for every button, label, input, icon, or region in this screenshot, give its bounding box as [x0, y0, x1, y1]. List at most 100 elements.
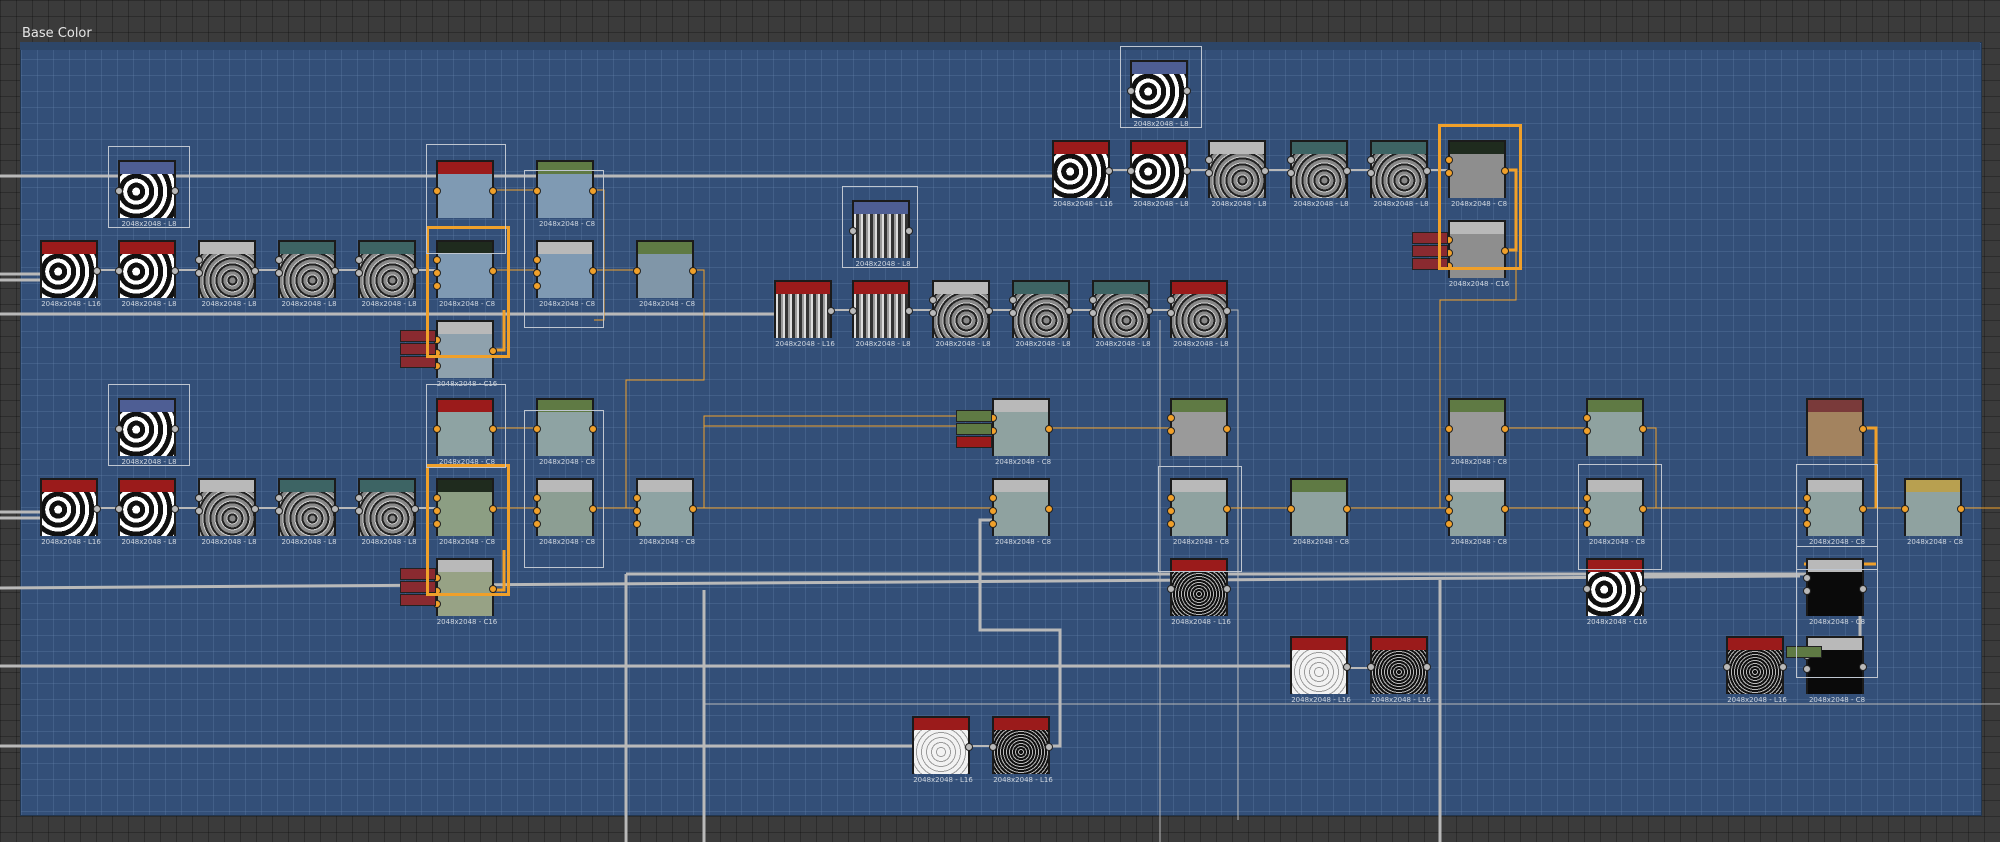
graph-node[interactable]: 2048x2048 - L8	[1287, 140, 1351, 208]
input-port[interactable]	[1445, 507, 1453, 515]
output-port[interactable]	[1223, 425, 1231, 433]
input-port[interactable]	[275, 256, 283, 264]
input-port[interactable]	[929, 296, 937, 304]
output-port[interactable]	[689, 505, 697, 513]
output-port[interactable]	[905, 307, 913, 315]
input-port[interactable]	[1583, 585, 1591, 593]
input-port[interactable]	[1167, 585, 1175, 593]
input-port[interactable]	[989, 494, 997, 502]
input-port[interactable]	[1167, 309, 1175, 317]
input-port[interactable]	[1367, 156, 1375, 164]
graph-node[interactable]: 2048x2048 - L16	[1367, 636, 1431, 704]
graph-node[interactable]: 2048x2048 - L8	[849, 280, 913, 348]
graph-node[interactable]: 2048x2048 - C8	[1287, 478, 1351, 546]
graph-node[interactable]: 2048x2048 - L8	[1167, 280, 1231, 348]
output-port[interactable]	[965, 743, 973, 751]
input-port[interactable]	[1723, 663, 1731, 671]
input-port[interactable]	[989, 507, 997, 515]
input-port[interactable]	[989, 520, 997, 528]
input-port[interactable]	[1445, 425, 1453, 433]
input-port[interactable]	[633, 520, 641, 528]
graph-node[interactable]: 2048x2048 - L8	[1367, 140, 1431, 208]
graph-node[interactable]: 2048x2048 - C8	[1445, 398, 1509, 466]
output-port[interactable]	[1183, 167, 1191, 175]
input-port[interactable]	[633, 507, 641, 515]
input-port[interactable]	[1205, 156, 1213, 164]
output-port[interactable]	[1045, 505, 1053, 513]
graph-node[interactable]: 2048x2048 - L8	[355, 240, 419, 308]
graph-node[interactable]: 2048x2048 - L8	[115, 240, 179, 308]
input-port[interactable]	[1583, 427, 1591, 435]
output-port[interactable]	[1045, 743, 1053, 751]
input-port[interactable]	[1009, 309, 1017, 317]
graph-node[interactable]: 2048x2048 - L8	[195, 478, 259, 546]
input-port[interactable]	[1167, 296, 1175, 304]
input-port[interactable]	[1583, 414, 1591, 422]
input-port[interactable]	[1445, 494, 1453, 502]
graph-node[interactable]: 2048x2048 - C8	[633, 240, 697, 308]
output-port[interactable]	[1343, 167, 1351, 175]
graph-node[interactable]: 2048x2048 - L8	[275, 478, 339, 546]
output-port[interactable]	[1859, 425, 1867, 433]
graph-node[interactable]: 2048x2048 - L16	[1052, 140, 1113, 208]
output-port[interactable]	[1145, 307, 1153, 315]
output-port[interactable]	[251, 267, 259, 275]
input-port[interactable]	[1205, 169, 1213, 177]
input-port[interactable]	[1089, 296, 1097, 304]
graph-node[interactable]	[1167, 398, 1231, 456]
input-port[interactable]	[1089, 309, 1097, 317]
input-port[interactable]	[355, 256, 363, 264]
graph-node[interactable]: 2048x2048 - C8	[989, 478, 1053, 546]
graph-node[interactable]: 2048x2048 - L16	[1723, 636, 1787, 704]
input-port[interactable]	[115, 267, 123, 275]
output-port[interactable]	[1423, 167, 1431, 175]
input-port[interactable]	[195, 507, 203, 515]
input-port[interactable]	[1287, 169, 1295, 177]
input-port[interactable]	[1009, 296, 1017, 304]
output-port[interactable]	[1343, 505, 1351, 513]
graph-node[interactable]: 2048x2048 - L8	[1089, 280, 1153, 348]
output-port[interactable]	[411, 267, 419, 275]
input-port[interactable]	[849, 307, 857, 315]
output-port[interactable]	[1105, 167, 1113, 175]
graph-node[interactable]	[1583, 398, 1647, 456]
input-port[interactable]	[275, 507, 283, 515]
parameter-tag[interactable]	[956, 423, 992, 435]
output-port[interactable]	[331, 505, 339, 513]
output-port[interactable]	[1343, 663, 1351, 671]
graph-node[interactable]: 2048x2048 - L16	[774, 280, 835, 348]
graph-node[interactable]: 2048x2048 - C8	[633, 478, 697, 546]
input-port[interactable]	[275, 269, 283, 277]
input-port[interactable]	[195, 256, 203, 264]
input-port[interactable]	[1287, 505, 1295, 513]
input-port[interactable]	[1167, 414, 1175, 422]
graph-node[interactable]: 2048x2048 - L8	[115, 478, 179, 546]
output-port[interactable]	[93, 505, 101, 513]
graph-node[interactable]: 2048x2048 - L8	[1205, 140, 1269, 208]
input-port[interactable]	[355, 269, 363, 277]
graph-node[interactable]	[1806, 398, 1867, 456]
graph-node[interactable]: 2048x2048 - L16	[1290, 636, 1351, 704]
output-port[interactable]	[1423, 663, 1431, 671]
input-port[interactable]	[355, 507, 363, 515]
input-port[interactable]	[195, 494, 203, 502]
output-port[interactable]	[827, 307, 835, 315]
graph-node[interactable]: 2048x2048 - C8	[1445, 478, 1509, 546]
output-port[interactable]	[1501, 505, 1509, 513]
parameter-tag[interactable]	[956, 436, 992, 448]
input-port[interactable]	[1367, 663, 1375, 671]
graph-node[interactable]: 2048x2048 - L8	[1127, 140, 1191, 208]
input-port[interactable]	[633, 494, 641, 502]
input-port[interactable]	[989, 743, 997, 751]
output-port[interactable]	[1957, 505, 1965, 513]
output-port[interactable]	[1045, 425, 1053, 433]
graph-node[interactable]: 2048x2048 - C8	[1901, 478, 1965, 546]
output-port[interactable]	[985, 307, 993, 315]
output-port[interactable]	[1223, 585, 1231, 593]
output-port[interactable]	[171, 267, 179, 275]
input-port[interactable]	[1127, 167, 1135, 175]
output-port[interactable]	[1639, 585, 1647, 593]
graph-node[interactable]: 2048x2048 - L8	[355, 478, 419, 546]
output-port[interactable]	[93, 267, 101, 275]
input-port[interactable]	[1287, 156, 1295, 164]
